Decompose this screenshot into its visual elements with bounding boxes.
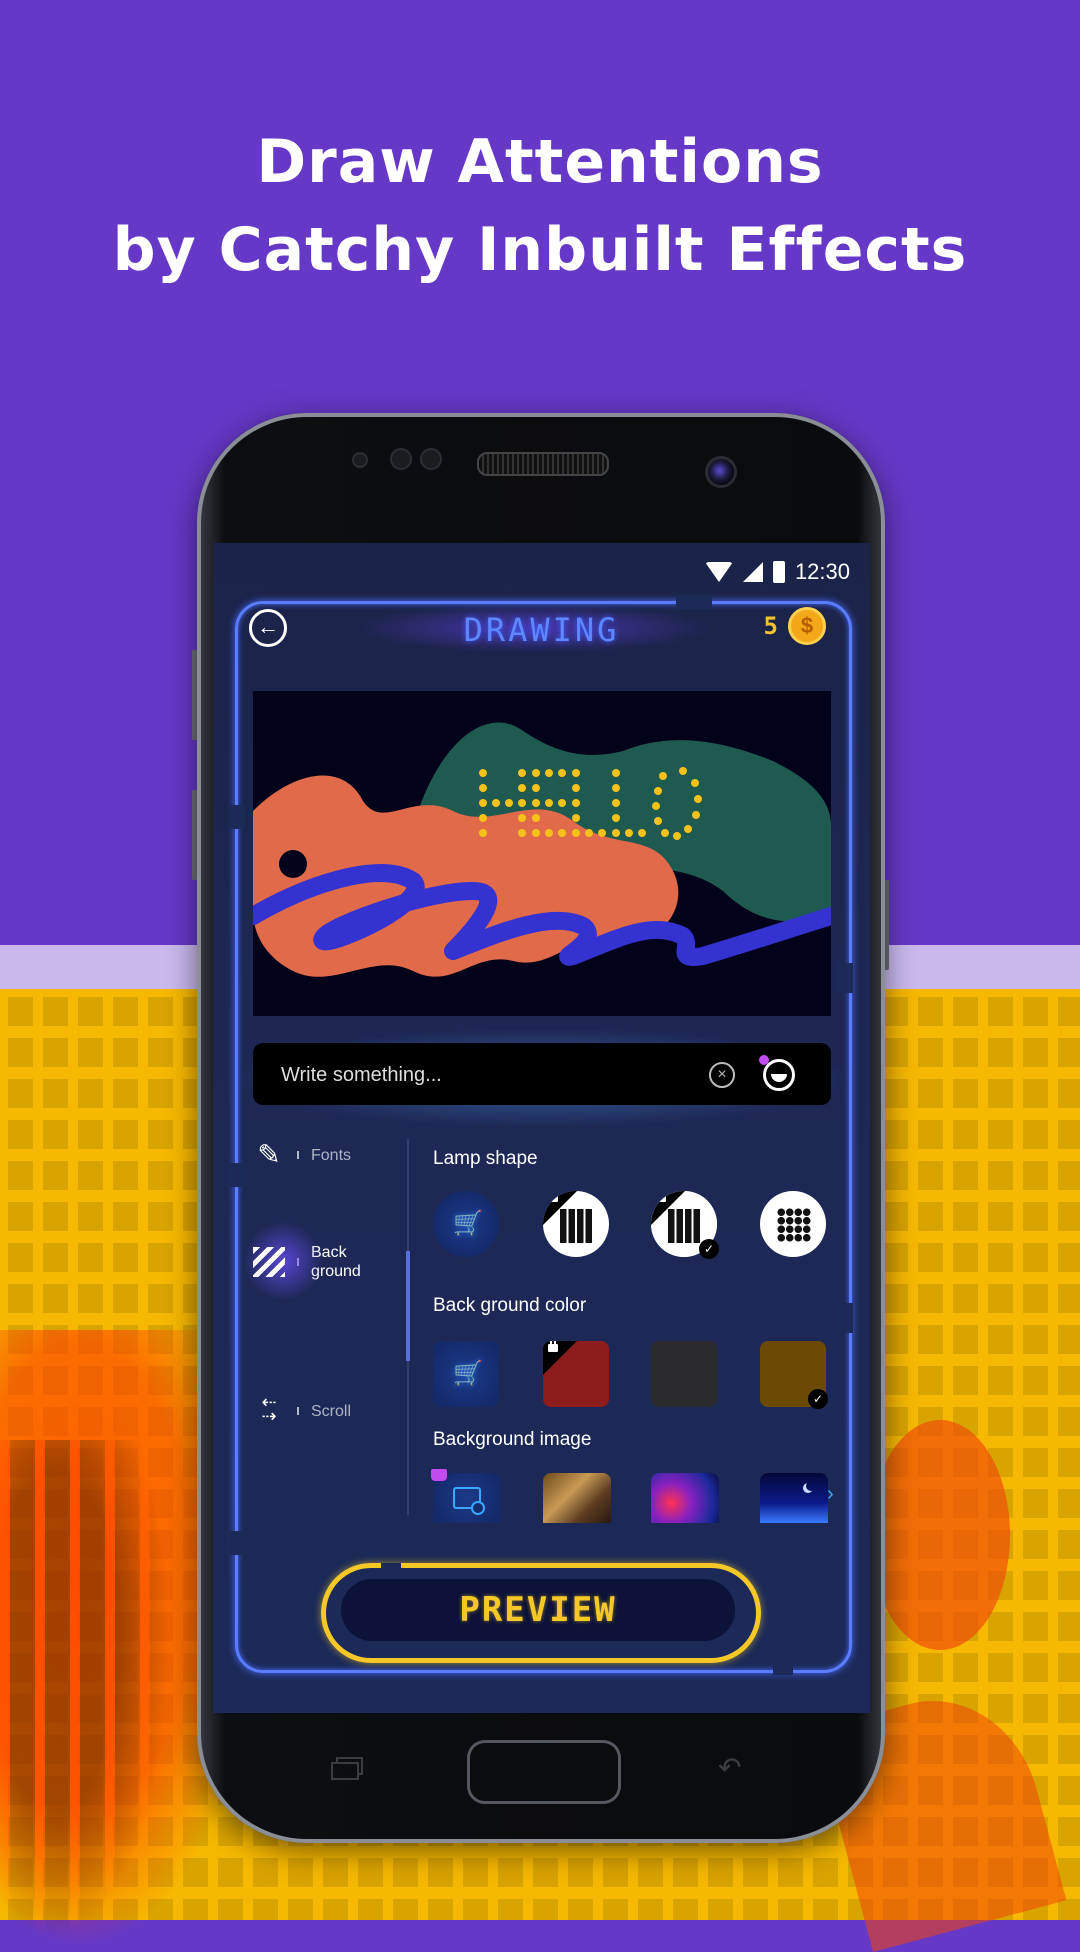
lamp-shape-option-selected[interactable]: ✓ <box>651 1191 719 1259</box>
phone-sensor <box>420 448 442 470</box>
round-lamp-icon <box>777 1208 811 1242</box>
chevron-right-icon[interactable]: › <box>827 1483 834 1506</box>
section-title-background-color: Back ground color <box>433 1295 587 1316</box>
moon-icon <box>806 1481 816 1491</box>
headline-line-1: Draw Attentions <box>256 127 824 197</box>
phone-sensor <box>352 452 368 468</box>
cart-icon: 🛒 <box>453 1210 483 1237</box>
background-image-night-sky[interactable] <box>760 1473 828 1523</box>
dollar-coin-icon: $ <box>788 607 826 645</box>
neon-frame-gap <box>676 595 712 609</box>
tab-background[interactable]: Back ground <box>243 1221 361 1301</box>
preview-button-frame: PREVIEW <box>321 1563 761 1663</box>
lock-icon <box>548 1341 558 1352</box>
phone-sensor <box>390 448 412 470</box>
preview-button[interactable]: PREVIEW <box>341 1579 735 1641</box>
check-icon: ✓ <box>808 1389 828 1409</box>
write-something-input[interactable] <box>279 1043 703 1107</box>
clear-circle-icon[interactable]: × <box>709 1062 735 1088</box>
background-image-galaxy[interactable] <box>651 1473 719 1523</box>
pencil-icon: ✎ <box>257 1139 281 1170</box>
lock-icon <box>656 1191 666 1202</box>
tab-divider-active-indicator <box>406 1251 410 1361</box>
wifi-icon <box>704 562 733 582</box>
drawing-canvas[interactable] <box>253 691 831 1016</box>
tab-separator <box>297 1407 299 1415</box>
background-person-right <box>870 1420 1010 1650</box>
app-screen: 12:30 ← DRAWING 5 $ Write something... ×… <box>213 543 870 1713</box>
tab-separator <box>297 1151 299 1159</box>
neon-frame-gap <box>837 963 853 993</box>
neon-ring-gap <box>381 1563 401 1569</box>
coin-balance[interactable]: 5 $ <box>764 607 826 645</box>
section-title-background-image: Background image <box>433 1429 592 1450</box>
neon-ring-gap <box>661 1649 677 1655</box>
lamp-shape-option[interactable] <box>760 1191 826 1257</box>
lamp-shape-store-option[interactable]: 🛒 <box>433 1191 499 1257</box>
tab-label: Scroll <box>311 1402 352 1420</box>
headline-line-2: by Catchy Inbuilt Effects <box>112 215 968 285</box>
neon-frame-gap <box>229 1531 245 1555</box>
neon-frame-gap <box>773 1661 793 1675</box>
headline: Draw Attentions by Catchy Inbuilt Effect… <box>0 118 1080 294</box>
tab-scroll[interactable]: ⇠ ⇢ Scroll <box>253 1392 352 1427</box>
canvas-dot <box>279 850 307 878</box>
phone-earpiece <box>477 452 609 476</box>
scroll-arrows-icon: ⇠ ⇢ <box>261 1392 277 1426</box>
background-color-option[interactable] <box>651 1341 717 1407</box>
cellular-signal-icon <box>742 562 763 582</box>
emoji-smile-icon[interactable] <box>763 1059 795 1091</box>
section-title-lamp-shape: Lamp shape <box>433 1148 538 1169</box>
check-icon: ✓ <box>699 1239 719 1259</box>
battery-icon <box>772 561 785 583</box>
home-button[interactable] <box>467 1740 621 1804</box>
neon-frame-gap <box>229 1163 245 1187</box>
background-color-store-option[interactable]: 🛒 <box>433 1341 499 1407</box>
stripes-icon <box>253 1247 285 1277</box>
phone-front-camera <box>705 456 737 488</box>
background-person-left-grid <box>0 1440 170 1940</box>
back-nav-icon: ↶ <box>718 1752 742 1783</box>
tab-label: Fonts <box>311 1146 352 1164</box>
status-bar: 12:30 <box>704 557 850 587</box>
background-color-option[interactable] <box>543 1341 609 1407</box>
recent-apps-icon <box>331 1757 363 1780</box>
cart-icon: 🛒 <box>453 1360 483 1387</box>
neon-frame-gap <box>837 1303 853 1333</box>
lamp-shape-option[interactable] <box>543 1191 609 1257</box>
background-image-group-selfie[interactable] <box>543 1473 611 1523</box>
premium-badge-icon <box>759 1055 769 1065</box>
status-time: 12:30 <box>794 559 850 584</box>
coin-count: 5 <box>763 612 778 640</box>
lock-icon <box>548 1191 558 1202</box>
neon-frame-gap <box>229 805 245 829</box>
add-plus-icon <box>471 1501 485 1515</box>
canvas-artwork <box>253 722 831 977</box>
tab-fonts[interactable]: ✎ Fonts <box>253 1139 351 1171</box>
background-color-option-selected[interactable]: ✓ <box>760 1341 828 1409</box>
crown-icon <box>431 1469 447 1481</box>
text-input-container: × <box>253 1043 831 1107</box>
